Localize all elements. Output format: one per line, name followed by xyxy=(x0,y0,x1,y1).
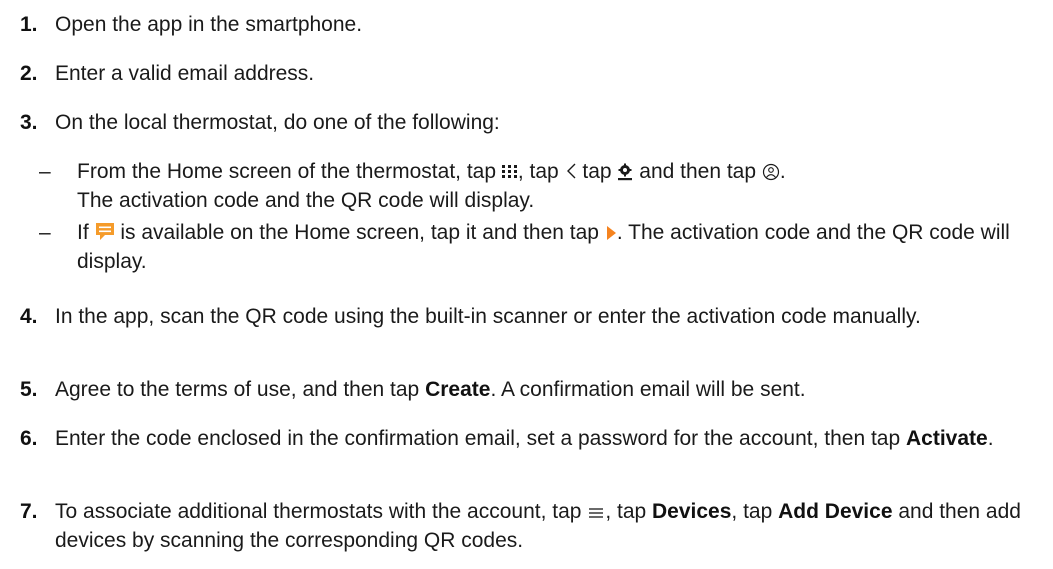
step-number: 3. xyxy=(20,111,38,134)
step-3: 3. On the local thermostat, do one of th… xyxy=(20,110,1053,136)
step-text: Enter a valid email address. xyxy=(55,62,315,85)
step-5: 5. Agree to the terms of use, and then t… xyxy=(20,377,1053,403)
step-text: On the local thermostat, do one of the f… xyxy=(55,111,500,134)
step-text: , tap xyxy=(731,500,779,523)
settings-gear-icon xyxy=(617,162,633,188)
message-bubble-icon xyxy=(95,222,115,249)
add-device-term: Add Device xyxy=(778,500,893,523)
step-text: To associate additional thermostats with… xyxy=(55,500,588,523)
step-number: 7. xyxy=(20,500,38,523)
substep-text: If xyxy=(77,221,95,244)
substep-text: , tap xyxy=(517,160,565,183)
substep-dash: – xyxy=(39,221,51,244)
account-circle-icon xyxy=(762,162,780,188)
substep-text: The activation code and the QR code will… xyxy=(77,189,535,212)
substep-2: – If is available on the Home screen, ta… xyxy=(20,220,1053,275)
step-2: 2. Enter a valid email address. xyxy=(20,61,1053,87)
substep-text: is available on the Home screen, tap it … xyxy=(114,221,605,244)
step-number: 4. xyxy=(20,305,38,328)
step-text: Enter the code enclosed in the confirmat… xyxy=(55,427,906,450)
step-text: In the app, scan the QR code using the b… xyxy=(55,305,921,328)
substep-dash: – xyxy=(39,160,51,183)
step-number: 1. xyxy=(20,13,38,36)
substep-1: – From the Home screen of the thermostat… xyxy=(20,159,1053,214)
substep-text: From the Home screen of the thermostat, … xyxy=(77,160,502,183)
create-term: Create xyxy=(425,378,491,401)
step-4: 4. In the app, scan the QR code using th… xyxy=(20,304,1053,330)
step-number: 6. xyxy=(20,427,38,450)
step-text: . xyxy=(987,427,994,450)
step-text: , tap xyxy=(605,500,653,523)
step-number: 2. xyxy=(20,62,38,85)
substep-text: and then tap xyxy=(633,160,762,183)
step-7: 7. To associate additional thermostats w… xyxy=(20,499,1053,554)
substep-text: . xyxy=(779,160,786,183)
step-text: Agree to the terms of use, and then tap xyxy=(55,378,426,401)
devices-term: Devices xyxy=(652,500,732,523)
step-number: 5. xyxy=(20,378,38,401)
step-6: 6. Enter the code enclosed in the confir… xyxy=(20,426,1053,452)
activate-term: Activate xyxy=(906,427,988,450)
substep-text: tap xyxy=(576,160,618,183)
step-text: . A confirmation email will be sent. xyxy=(490,378,806,401)
step-1: 1. Open the app in the smartphone. xyxy=(20,12,1053,38)
hamburger-menu-icon xyxy=(587,502,605,528)
play-triangle-icon xyxy=(605,223,617,249)
grid-menu-icon xyxy=(501,162,518,188)
step-text: Open the app in the smartphone. xyxy=(55,13,363,36)
chevron-left-icon xyxy=(565,161,577,188)
